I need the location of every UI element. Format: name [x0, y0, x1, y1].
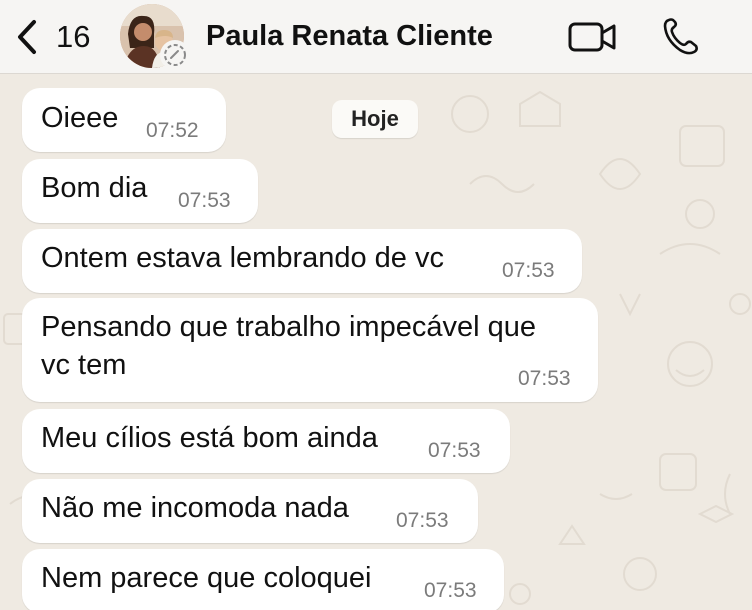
message-time: 07:53 — [502, 259, 555, 282]
chevron-left-icon[interactable] — [12, 18, 42, 56]
message-time: 07:53 — [428, 439, 481, 462]
message-bubble[interactable]: Nem parece que coloquei 07:53 — [22, 549, 504, 610]
phone-icon[interactable] — [660, 16, 704, 56]
message-time: 07:53 — [396, 509, 449, 532]
message-time: 07:53 — [424, 579, 477, 602]
message-text: Bom dia — [41, 172, 148, 204]
date-label: Hoje — [332, 100, 418, 138]
message-text: Meu cílios está bom ainda — [41, 422, 378, 454]
message-text-line2: vc tem — [41, 349, 127, 381]
message-text: Nem parece que coloquei — [41, 562, 372, 594]
message-bubble[interactable]: Meu cílios está bom ainda 07:53 — [22, 409, 510, 473]
message-text: Pensando que trabalho impecável que — [41, 311, 536, 343]
message-list[interactable]: Hoje Oieee 07:52 Bom dia 07:53 Ontem est… — [0, 74, 752, 610]
unread-count[interactable]: 16 — [56, 18, 90, 56]
message-time: 07:53 — [178, 189, 231, 212]
message-time: 07:53 — [518, 367, 571, 390]
video-call-icon[interactable] — [568, 20, 618, 54]
message-bubble[interactable]: Ontem estava lembrando de vc 07:53 — [22, 229, 582, 293]
message-time: 07:52 — [146, 119, 199, 142]
message-bubble[interactable]: Pensando que trabalho impecável que vc t… — [22, 298, 598, 402]
status-icon — [160, 40, 190, 70]
message-text: Não me incomoda nada — [41, 492, 349, 524]
contact-name[interactable]: Paula Renata Cliente — [206, 16, 493, 56]
message-bubble[interactable]: Oieee 07:52 — [22, 88, 226, 152]
message-bubble[interactable]: Não me incomoda nada 07:53 — [22, 479, 478, 543]
message-text: Ontem estava lembrando de vc — [41, 242, 444, 274]
message-text: Oieee — [41, 102, 119, 134]
message-bubble[interactable]: Bom dia 07:53 — [22, 159, 258, 223]
chat-header: 16 Paula Renata Cliente — [0, 0, 752, 74]
